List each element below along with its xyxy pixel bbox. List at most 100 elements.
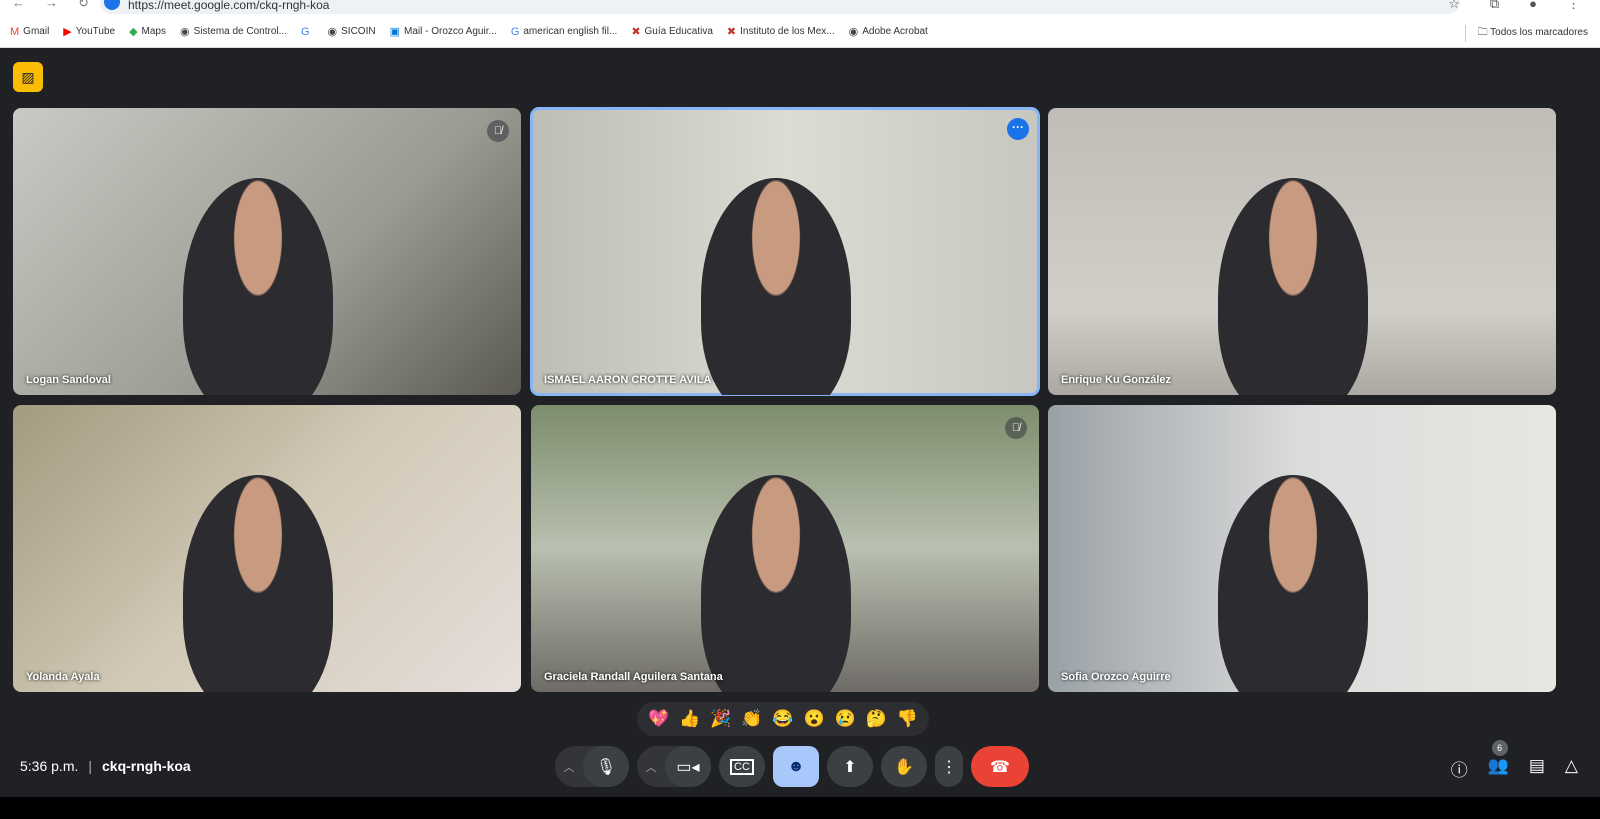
present-button[interactable]: ⬆ <box>827 746 873 787</box>
bookmark-label: Mail - Orozco Aguir... <box>404 26 497 37</box>
reload-icon[interactable]: ↻ <box>78 0 89 11</box>
video-options-icon[interactable]: ︿ <box>637 746 665 787</box>
hand-icon: ✋ <box>894 758 914 776</box>
bookmark-label: SICOIN <box>341 26 376 37</box>
bookmark-label: Sistema de Control... <box>193 26 287 37</box>
participant-tile[interactable]: Enrique Ku González <box>1048 108 1556 395</box>
google-icon: G <box>300 25 310 38</box>
participant-video <box>1218 178 1368 395</box>
meeting-time: 5:36 p.m. <box>20 758 79 774</box>
outlook-icon: ▣ <box>389 26 400 38</box>
participant-video <box>701 178 851 395</box>
mic-off-icon: 🎙̸ <box>1005 417 1027 439</box>
captions-icon: CC <box>730 758 754 775</box>
bookmark-item[interactable]: ◉ Adobe Acrobat <box>849 25 928 38</box>
chat-icon[interactable]: ▤ <box>1529 756 1545 781</box>
side-controls: ⓘ 👥 6 ▤ △ <box>1451 740 1578 781</box>
info-icon[interactable]: ⓘ <box>1451 756 1468 781</box>
participant-count-badge: 6 <box>1491 740 1508 756</box>
google-icon: G <box>510 25 520 38</box>
activities-icon[interactable]: △ <box>1565 756 1578 781</box>
all-bookmarks-label: Todos los marcadores <box>1490 27 1588 38</box>
globe-icon: ◉ <box>848 26 859 38</box>
back-icon[interactable]: ← <box>12 0 25 11</box>
microphone-icon: 🎙 <box>595 758 617 776</box>
bookmark-item[interactable]: G <box>301 26 314 38</box>
meeting-info: 5:36 p.m. | ckq-rngh-koa <box>20 758 191 774</box>
flag-icon: ✖ <box>726 26 737 38</box>
profile-avatar[interactable]: ● <box>1529 0 1537 12</box>
people-icon[interactable]: 👥 6 <box>1488 740 1509 781</box>
extensions-icon[interactable]: ⧉ <box>1490 0 1499 12</box>
emoji-icon: ☻ <box>787 757 805 775</box>
audio-options-icon[interactable]: ︿ <box>555 746 583 787</box>
participant-tile[interactable]: Sofia Orozco Aguirre <box>1048 405 1556 692</box>
raise-hand-button[interactable]: ✋ <box>881 746 927 787</box>
participant-video <box>701 475 851 692</box>
captions-button[interactable]: CC <box>719 746 765 787</box>
reactions-bar: 💖 👍 🎉 👏 😂 😮 😢 🤔 👎 <box>637 702 929 736</box>
bookmark-item[interactable]: M Gmail <box>10 26 49 38</box>
folder-icon: 🗀 <box>1477 27 1491 38</box>
bookmark-item[interactable]: ▣ Mail - Orozco Aguir... <box>390 25 497 38</box>
participant-tile[interactable]: ··· ISMAEL AARON CROTTE AVILA <box>530 107 1040 396</box>
browser-toolbar: ← → ↻ https://meet.google.com/ckq-rngh-koa… <box>0 0 1600 16</box>
all-bookmarks[interactable]: 🗀 Todos los marcadores <box>1464 25 1588 42</box>
bookmark-label: YouTube <box>75 26 116 37</box>
bookmark-item[interactable]: ✖ Instituto de los Mex... <box>727 25 835 38</box>
more-vert-icon: ⋮ <box>941 758 957 776</box>
address-bar[interactable]: https://meet.google.com/ckq-rngh-koa <box>100 0 1460 14</box>
reaction-emoji[interactable]: 😮 <box>804 709 825 729</box>
reactions-button[interactable]: ☻ <box>773 746 819 787</box>
meeting-code: ckq-rngh-koa <box>102 758 191 774</box>
participant-video <box>183 475 333 692</box>
bookmark-label: american english fil... <box>523 26 618 37</box>
star-icon[interactable]: ☆ <box>1448 0 1460 12</box>
reaction-emoji[interactable]: 😢 <box>835 709 856 729</box>
recording-off-icon[interactable]: ▨ <box>13 62 43 92</box>
bookmarks-bar: M Gmail ▶ YouTube ◆ Maps ◉ Sistema de Control..… <box>0 16 1600 48</box>
call-controls: ︿ 🎙 ︿ ▭◂ CC ☻ ⬆ ✋ ⋮ ☎ <box>555 746 1029 787</box>
bookmark-label: Guía Educativa <box>644 26 713 37</box>
mic-off-icon: 🎙̸ <box>487 120 509 142</box>
bookmark-item[interactable]: ◆ Maps <box>129 25 166 38</box>
reaction-emoji[interactable]: 🤔 <box>866 709 887 729</box>
hang-up-icon: ☎ <box>990 758 1010 776</box>
taskbar <box>0 797 1600 819</box>
reaction-emoji[interactable]: 💖 <box>648 709 669 729</box>
more-options-icon[interactable]: ··· <box>1007 118 1029 140</box>
bookmark-label: Instituto de los Mex... <box>740 26 835 37</box>
reaction-emoji[interactable]: 🎉 <box>710 709 731 729</box>
microphone-button[interactable]: 🎙 <box>583 746 629 787</box>
participant-name: Graciela Randall Aguilera Santana <box>544 671 723 683</box>
more-options-button[interactable]: ⋮ <box>935 746 963 787</box>
forward-icon[interactable]: → <box>45 0 58 11</box>
participant-video <box>1218 475 1368 692</box>
bookmark-label: Maps <box>141 26 166 37</box>
separator: | <box>88 758 93 774</box>
gmail-icon: M <box>10 25 20 38</box>
camera-button[interactable]: ▭◂ <box>665 746 711 787</box>
participant-video <box>183 178 333 395</box>
bookmark-item[interactable]: ✖ Guía Educativa <box>631 25 713 38</box>
menu-icon[interactable]: ⋮ <box>1567 0 1580 12</box>
participant-name: Yolanda Ayala <box>26 671 100 683</box>
reaction-emoji[interactable]: 👍 <box>679 709 700 729</box>
leave-call-button[interactable]: ☎ <box>971 746 1029 787</box>
flag-icon: ✖ <box>631 26 641 38</box>
participant-name: Sofia Orozco Aguirre <box>1061 671 1171 683</box>
globe-icon: ◉ <box>327 26 338 38</box>
participant-tile[interactable]: Yolanda Ayala <box>13 405 521 692</box>
reaction-emoji[interactable]: 😂 <box>772 709 793 729</box>
participant-tile[interactable]: 🎙̸ Logan Sandoval <box>13 108 521 395</box>
bookmark-item[interactable]: ◉ Sistema de Control... <box>180 25 287 38</box>
participant-name: Logan Sandoval <box>26 374 111 386</box>
reaction-emoji[interactable]: 👎 <box>897 709 918 729</box>
bookmark-item[interactable]: ▶ YouTube <box>63 25 115 38</box>
participant-tile[interactable]: 🎙̸ Graciela Randall Aguilera Santana <box>531 405 1039 692</box>
bookmark-item[interactable]: Gamerican english fil... <box>511 26 618 38</box>
bookmark-item[interactable]: ◉ SICOIN <box>328 25 376 38</box>
youtube-icon: ▶ <box>63 26 72 38</box>
reaction-emoji[interactable]: 👏 <box>741 709 762 729</box>
participant-name: Enrique Ku González <box>1061 374 1172 386</box>
